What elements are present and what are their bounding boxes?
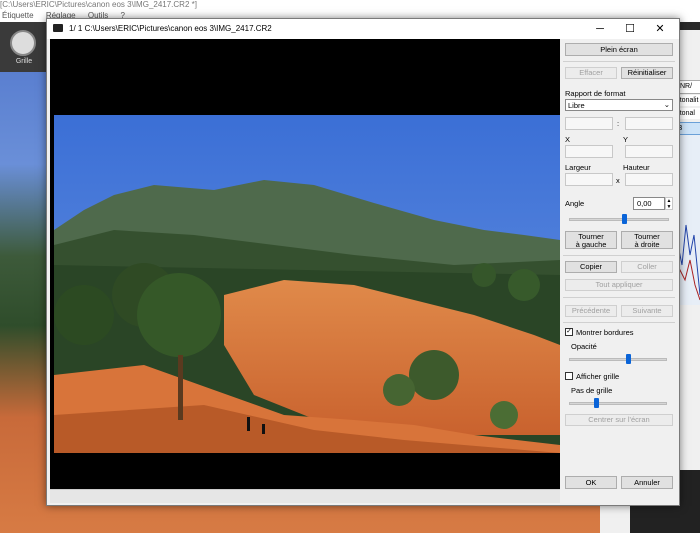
reset-button[interactable]: Réinitialiser <box>621 67 673 79</box>
rotate-right-button[interactable]: Tourner à droite <box>621 231 673 249</box>
background-title-bar: [C:\Users\ERIC\Pictures\canon eos 3\IMG_… <box>0 0 700 10</box>
angle-slider-track[interactable] <box>569 218 669 221</box>
aspect-ratio-label: Rapport de format <box>565 89 626 98</box>
ok-button[interactable]: OK <box>565 476 617 489</box>
show-borders-checkbox[interactable]: ✓ <box>565 328 573 336</box>
cancel-button[interactable]: Annuler <box>621 476 673 489</box>
y-label: Y <box>623 135 629 144</box>
ratio-width-field[interactable] <box>565 117 613 130</box>
grid-icon[interactable] <box>10 30 36 56</box>
landscape-image <box>54 115 560 453</box>
apply-all-button[interactable]: Tout appliquer <box>565 279 673 291</box>
opacity-slider-thumb[interactable] <box>625 354 631 364</box>
fullscreen-button[interactable]: Plein écran <box>565 43 673 56</box>
grid-button-label: Grille <box>15 58 33 65</box>
angle-value: 0,00 <box>637 199 652 208</box>
x-field[interactable] <box>565 145 613 158</box>
show-grid-checkbox[interactable] <box>565 372 573 380</box>
angle-label: Angle <box>565 199 585 208</box>
clear-button[interactable]: Effacer <box>565 67 617 79</box>
horizontal-scrollbar[interactable] <box>50 489 560 503</box>
menu-etiquette[interactable]: Étiquette <box>2 11 34 20</box>
show-borders-label[interactable]: Montrer bordures <box>576 328 634 337</box>
previous-button[interactable]: Précédente <box>565 305 617 317</box>
aspect-ratio-value: Libre <box>568 101 585 110</box>
grid-step-slider-thumb[interactable] <box>594 398 600 408</box>
maximize-button[interactable]: ☐ <box>615 19 645 39</box>
next-button[interactable]: Suivante <box>621 305 673 317</box>
x-label: X <box>565 135 571 144</box>
opacity-slider-track[interactable] <box>569 358 667 361</box>
landscape-photo[interactable] <box>54 115 560 453</box>
camera-icon <box>53 24 63 32</box>
center-screen-button[interactable]: Centrer sur l'écran <box>565 414 673 426</box>
separator <box>563 255 675 256</box>
height-label: Hauteur <box>623 163 650 172</box>
ratio-height-field[interactable] <box>625 117 673 130</box>
y-field[interactable] <box>625 145 673 158</box>
crop-dialog: 1/ 1 C:\Users\ERIC\Pictures\canon eos 3\… <box>46 18 680 506</box>
angle-spinner[interactable]: ▲ ▼ <box>665 197 673 210</box>
show-grid-label[interactable]: Afficher grille <box>576 372 619 381</box>
paste-button[interactable]: Coller <box>621 261 673 273</box>
angle-slider-thumb[interactable] <box>622 214 627 224</box>
dialog-title-bar: 1/ 1 C:\Users\ERIC\Pictures\canon eos 3\… <box>47 19 679 39</box>
grid-step-label: Pas de grille <box>571 386 613 395</box>
aspect-ratio-select[interactable]: Libre ⌄ <box>565 99 673 111</box>
separator <box>563 322 675 323</box>
width-field[interactable] <box>565 173 613 186</box>
chevron-down-icon: ⌄ <box>663 100 670 109</box>
angle-input[interactable]: 0,00 <box>633 197 665 210</box>
photo-preview-area[interactable] <box>50 39 560 489</box>
separator <box>563 61 675 62</box>
ratio-colon: : <box>617 119 620 128</box>
separator <box>563 297 675 298</box>
times-sign: x <box>616 176 620 185</box>
grid-step-slider-track[interactable] <box>569 402 667 405</box>
copy-button[interactable]: Copier <box>565 261 617 273</box>
height-field[interactable] <box>625 173 673 186</box>
width-label: Largeur <box>565 163 591 172</box>
rotate-left-button[interactable]: Tourner à gauche <box>565 231 617 249</box>
close-button[interactable]: ✕ <box>645 19 675 39</box>
minimize-button[interactable]: ─ <box>585 19 615 39</box>
opacity-label: Opacité <box>571 342 597 351</box>
dialog-title: 1/ 1 C:\Users\ERIC\Pictures\canon eos 3\… <box>69 24 272 33</box>
